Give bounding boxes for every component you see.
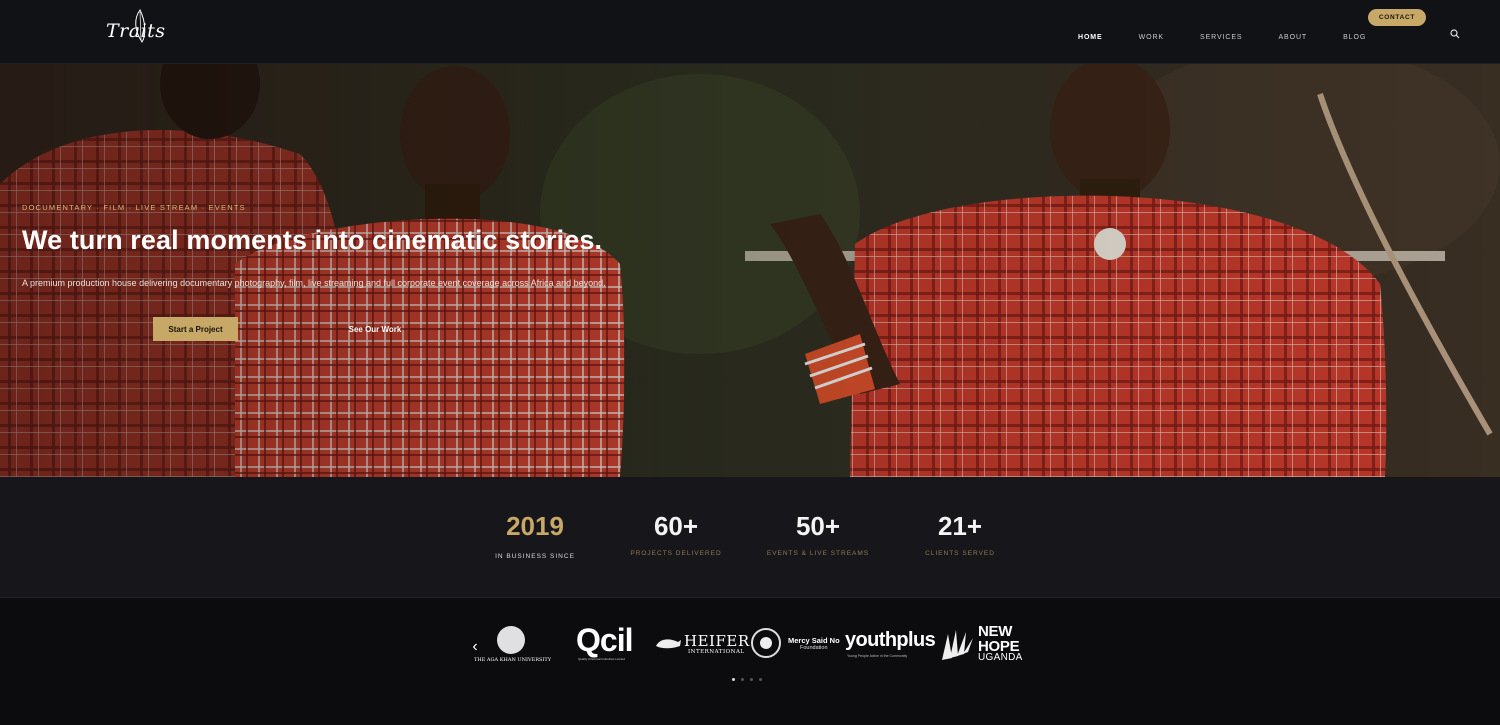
clients-carousel: ‹ THE AGA KHAN UNIVERSITY Qcil Quality C…: [0, 598, 1500, 725]
client-tagline: Quality Chemical Industries Limited: [578, 657, 626, 661]
client-name: NEW HOPE: [978, 623, 1020, 655]
client-name: Qcil: [576, 622, 633, 658]
client-tagline: Foundation: [800, 645, 828, 651]
pagination-dot[interactable]: [741, 678, 744, 681]
nav-work[interactable]: WORK: [1139, 34, 1164, 41]
start-project-button[interactable]: Start a Project: [153, 317, 238, 341]
stat-in-business: 2019 IN BUSINESS SINCE: [465, 511, 605, 560]
client-name: HEIFER: [684, 632, 750, 650]
stat-label: PROJECTS DELIVERED: [630, 550, 722, 557]
main-nav: HOME WORK SERVICES ABOUT BLOG: [1078, 34, 1402, 41]
nav-about[interactable]: ABOUT: [1278, 34, 1307, 41]
hero-headline: We turn real moments into cinematic stor…: [22, 225, 603, 255]
stat-projects: 60+ PROJECTS DELIVERED: [606, 511, 746, 557]
pagination-dot[interactable]: [759, 678, 762, 681]
heifer-cow-icon: [656, 639, 681, 649]
stat-clients: 21+ CLIENTS SERVED: [890, 511, 1030, 557]
client-logo-new-hope: NEW HOPE UGANDA: [938, 624, 1030, 666]
stats-section: 2019 IN BUSINESS SINCE 60+ PROJECTS DELI…: [0, 477, 1500, 598]
pagination-dot[interactable]: [750, 678, 753, 681]
stat-value: 21+: [937, 511, 983, 541]
stat-events: 50+ EVENTS & LIVE STREAMS: [748, 511, 888, 557]
hero-overlay: [0, 64, 1500, 477]
stat-value: 60+: [653, 511, 699, 541]
client-name: youthplus: [845, 629, 936, 651]
see-work-button[interactable]: See Our Work: [336, 317, 414, 341]
contact-button[interactable]: CONTACT: [1368, 9, 1426, 26]
client-logo-qcil: Qcil Quality Chemical Industries Limited: [576, 624, 636, 664]
stat-label: EVENTS & LIVE STREAMS: [766, 550, 870, 557]
aga-khan-emblem-icon: [497, 626, 525, 654]
nav-services[interactable]: SERVICES: [1200, 34, 1242, 41]
carousel-pagination: [732, 678, 768, 681]
client-logo-mercy-said-no: Mercy Said No Foundation: [750, 626, 844, 664]
hero-section: DOCUMENTARY · FILM · LIVE STREAM · EVENT…: [0, 64, 1500, 477]
stat-label: IN BUSINESS SINCE: [495, 553, 575, 560]
hero-eyebrow: DOCUMENTARY · FILM · LIVE STREAM · EVENT…: [22, 203, 246, 212]
stat-value: 50+: [795, 511, 841, 541]
stat-label: CLIENTS SERVED: [925, 550, 995, 557]
stat-value: 2019: [506, 511, 564, 541]
client-logo-heifer: HEIFER INTERNATIONAL: [654, 632, 749, 658]
new-hope-fan-icon: [942, 630, 973, 660]
logo-wordmark[interactable]: Traits: [106, 20, 166, 42]
client-tagline: Young People Active in the Community: [847, 654, 908, 658]
hero-subline: A premium production house delivering do…: [22, 278, 606, 288]
client-logo-aga-khan: THE AGA KHAN UNIVERSITY: [474, 626, 552, 666]
site-header: Traits HOME WORK SERVICES ABOUT BLOG CON…: [0, 0, 1500, 64]
mercy-emblem-icon: [751, 628, 781, 658]
pagination-dot[interactable]: [732, 678, 735, 681]
client-logo-youthplus: youthplus Young People Active in the Com…: [845, 629, 937, 661]
client-name: Mercy Said No: [788, 636, 840, 645]
client-name: THE AGA KHAN UNIVERSITY: [474, 657, 552, 663]
nav-blog[interactable]: BLOG: [1343, 34, 1366, 41]
client-tagline: INTERNATIONAL: [688, 649, 745, 655]
nav-home[interactable]: HOME: [1078, 34, 1103, 41]
client-tagline: UGANDA: [978, 652, 1023, 663]
search-icon[interactable]: [1450, 29, 1460, 39]
